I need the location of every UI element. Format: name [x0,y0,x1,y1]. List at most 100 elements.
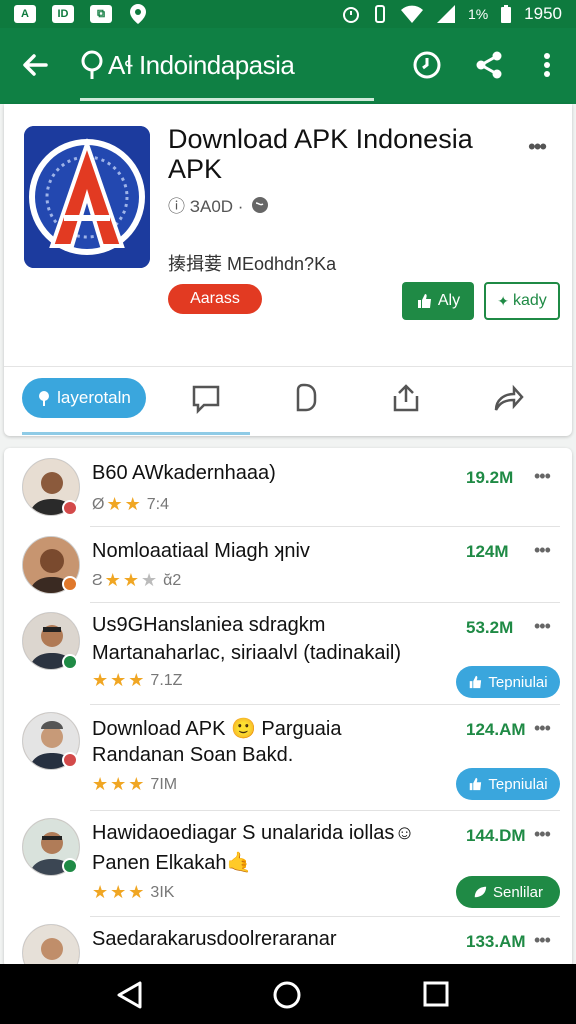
star-icon: ★ [140,570,158,590]
item-size: 124M [466,542,509,561]
tab-primary-pill[interactable]: layerotaln [22,378,146,418]
star-icon: ★ [128,670,145,690]
item-rating: ★ ★ ★ 7IM [92,774,177,795]
home-icon[interactable] [272,980,302,1010]
thumb-up-icon [417,294,431,308]
avatar [22,924,80,968]
primary-button-label: Aly [437,292,461,309]
star-icon: ★ [92,670,109,690]
comment-icon[interactable] [190,382,222,414]
star-icon: ★ [104,570,121,590]
row-divider [90,526,560,527]
item-size: 124.AM [466,720,526,739]
item-subtitle: Panen Elkakah🤙 [92,852,252,874]
leaf-icon [474,886,487,898]
star-icon: ★ [110,882,127,902]
app-logo-icon [24,126,150,268]
notification-icons: A ID ⧉ [14,3,148,25]
item-action-label: Senlilar [492,883,544,901]
meta-text: ⓘ ЗА0D · [168,197,244,216]
item-name: B60 AWkadernhaaa) [92,462,276,484]
back-icon[interactable] [114,980,146,1010]
bookmark-icon[interactable] [290,382,322,414]
star-icon: ★ [110,670,127,690]
item-size: 53.2M [466,618,514,637]
app-list: B60 AWkadernhaaa) Ø ★ ★ 7:4 19.2M ••• Nom… [4,448,572,968]
rating-text: ᾰ2 [163,571,182,589]
rating-text: 3IK [150,883,175,901]
item-name: Us9GHanslaniea sdragkm [92,614,326,636]
back-arrow-icon[interactable] [18,48,52,82]
more-horiz-icon[interactable]: ••• [534,466,551,487]
app-bar: Aɬ Indoindapasia [0,28,576,104]
globe-icon [252,196,269,213]
rating-text: 7.1Z [150,671,183,689]
notification-a-icon: A [14,5,36,23]
row-divider [90,704,560,705]
item-size: 144.DM [466,826,526,845]
status-dot [62,752,78,768]
star-icon: ★ [106,494,123,514]
row-divider [90,810,560,811]
more-horiz-icon[interactable]: ••• [534,824,551,845]
item-action-label: Tepniulai [488,775,548,793]
rating-prefix: Ƨ [92,571,103,589]
more-horiz-icon[interactable]: ••• [534,930,551,951]
secondary-button-label: kady [512,292,547,309]
thumb-up-icon [470,675,482,689]
more-horiz-icon[interactable]: ••• [534,540,551,561]
more-horiz-icon[interactable]: ••• [534,718,551,739]
item-rating: Ƨ ★ ★ ★ ᾰ2 [92,570,181,591]
item-name: Download APK 🙂 Parguaia [92,718,342,740]
star-icon: ★ [92,882,109,902]
more-horiz-icon[interactable]: ••• [534,616,551,637]
app-bar-title: Aɬ Indoindapasia [108,50,295,80]
status-dot [62,654,78,670]
recents-icon[interactable] [422,980,450,1008]
forward-icon[interactable] [492,382,524,414]
item-name: Hawidaoediagar S unalarida iollas☺ [92,822,415,844]
item-name: Nomloaatiaal Miagh ʞniv [92,540,310,562]
item-size: 19.2M [466,468,514,487]
notification-id-icon: ID [52,5,74,23]
category-badge[interactable]: Aarass [168,284,262,314]
developer-name[interactable]: 揍揖菨 MEodhdn?Ka [168,250,336,276]
item-name: Saedarakarusdoolreraranar [92,928,337,950]
more-horiz-icon[interactable]: ••• [528,134,547,160]
rating-text: 7IM [150,775,178,793]
system-nav-bar [0,964,576,1024]
star-icon: ★ [110,774,127,794]
notification-app-icon: ⧉ [90,5,112,23]
status-dot [62,576,78,592]
clock: 1950 [524,4,562,23]
item-size: 133.AM [466,932,526,951]
item-action-button[interactable]: Tepniulai [456,768,560,800]
primary-button[interactable]: Aly [402,282,474,320]
row-divider [90,916,560,917]
tab-indicator [22,432,250,435]
item-subtitle: Martanaharlac, siriaalvl (tadinakail) [92,642,402,664]
app-detail-card: Download APK Indonesia APK ••• ⓘ ЗА0D · … [4,104,572,436]
pin-icon [81,50,103,79]
battery-icon [501,5,512,23]
system-icons: 1% 1950 [342,4,562,24]
signal-icon [436,5,455,23]
vibrate-icon [374,5,385,23]
title-underline [80,98,374,101]
rating-prefix: Ø [92,495,105,513]
item-rating: Ø ★ ★ 7:4 [92,494,169,515]
status-bar: A ID ⧉ 1% 1950 [0,0,576,28]
status-dot [62,858,78,874]
card-divider [4,366,572,367]
upload-icon[interactable] [390,382,422,414]
more-vert-icon[interactable] [530,48,564,82]
timer-icon[interactable] [410,48,444,82]
alarm-icon [342,7,359,23]
thumb-up-icon [470,777,482,791]
secondary-button[interactable]: ✦ kady [484,282,560,320]
item-action-button[interactable]: Tepniulai [456,666,560,698]
battery-text: 1% [467,6,489,22]
pin-small-icon [39,391,50,406]
share-icon[interactable] [472,48,506,82]
item-action-button[interactable]: Senlilar [456,876,560,908]
